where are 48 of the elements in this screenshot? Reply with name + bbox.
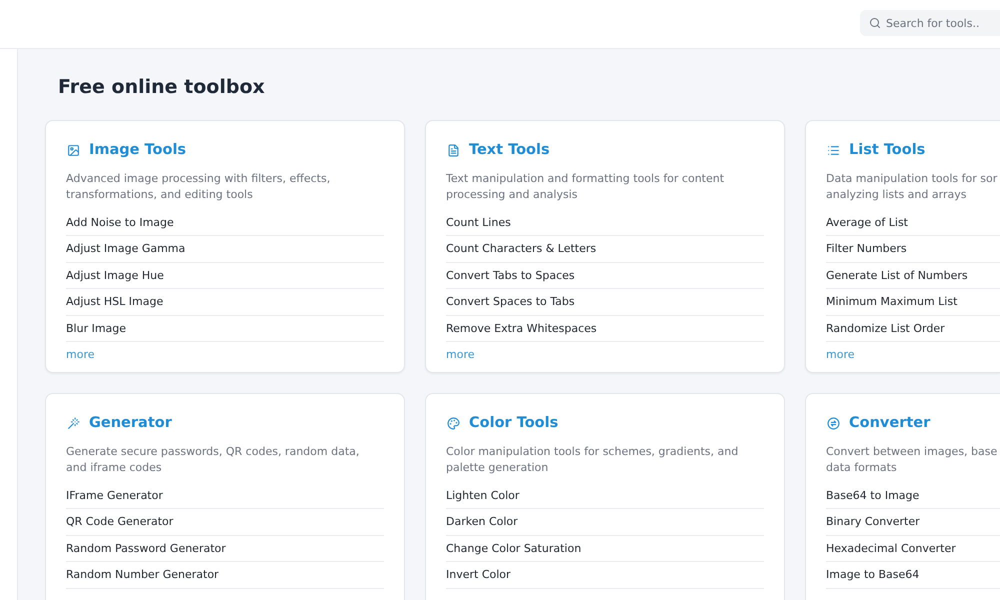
tool-link[interactable]: Randomize List Order bbox=[826, 322, 945, 336]
list-icon bbox=[827, 144, 840, 156]
tool-link[interactable]: Hexadecimal Converter bbox=[826, 542, 956, 556]
tool-link[interactable]: Add Noise to Image bbox=[66, 216, 174, 230]
category-title[interactable]: Text Tools bbox=[469, 140, 550, 160]
tool-link[interactable]: Darken Color bbox=[446, 515, 518, 529]
category-description: Color manipulation tools for schemes, gradients, and palette generation bbox=[446, 444, 738, 476]
category-description: Data manipulation tools for sor analyzing lists and arrays bbox=[826, 171, 998, 203]
tool-link[interactable]: Lighten Color bbox=[446, 489, 520, 502]
page-title: Free online toolbox bbox=[58, 75, 265, 99]
search-icon bbox=[869, 17, 881, 29]
tool-link[interactable]: Base64 to Image bbox=[826, 489, 920, 502]
category-description: Generate secure passwords, QR codes, random data, and iframe codes bbox=[66, 444, 360, 476]
tool-link[interactable]: Blur Image bbox=[66, 322, 126, 336]
tool-link[interactable]: Remove Extra Whitespaces bbox=[446, 322, 597, 336]
tool-link[interactable]: Binary Converter bbox=[826, 515, 920, 529]
document-icon bbox=[447, 144, 460, 156]
tool-link[interactable]: Adjust HSL Image bbox=[66, 295, 164, 309]
category-title[interactable]: Generator bbox=[89, 413, 172, 433]
tool-link[interactable]: Random Number Generator bbox=[66, 568, 219, 582]
tool-link[interactable]: Convert Spaces to Tabs bbox=[446, 295, 575, 309]
tool-link[interactable]: Count Characters & Letters bbox=[446, 242, 596, 256]
category-description: Convert between images, base data formats bbox=[826, 444, 998, 476]
category-title[interactable]: Image Tools bbox=[89, 140, 186, 160]
category-description: Text manipulation and formatting tools for content processing and analysis bbox=[446, 171, 724, 203]
tool-link[interactable]: Average of List bbox=[826, 216, 908, 230]
tool-link[interactable]: IFrame Generator bbox=[66, 489, 163, 502]
tool-link[interactable]: Generate List of Numbers bbox=[826, 268, 968, 282]
category-title[interactable]: Converter bbox=[849, 413, 930, 433]
category-title[interactable]: Color Tools bbox=[469, 413, 558, 433]
search-field[interactable]: Search for tools.. bbox=[860, 10, 1000, 36]
tool-link[interactable]: QR Code Generator bbox=[66, 515, 174, 529]
category-title[interactable]: List Tools bbox=[849, 140, 926, 160]
tool-link[interactable]: Adjust Image Hue bbox=[66, 268, 164, 282]
tool-link[interactable]: Change Color Saturation bbox=[446, 542, 582, 556]
tool-link[interactable]: Invert Color bbox=[446, 568, 511, 582]
palette-icon bbox=[447, 416, 460, 430]
tool-link[interactable]: Convert Tabs to Spaces bbox=[446, 268, 575, 282]
wand-icon bbox=[67, 416, 80, 430]
tool-link[interactable]: Random Password Generator bbox=[66, 542, 226, 556]
image-icon bbox=[67, 144, 80, 156]
tool-link[interactable]: Filter Numbers bbox=[826, 242, 907, 256]
tool-link[interactable]: Image to Base64 bbox=[826, 568, 920, 582]
category-description: Advanced image processing with filters, effects, transformations, and editing tools bbox=[66, 171, 330, 203]
tool-link[interactable]: Count Lines bbox=[446, 216, 511, 230]
tool-link[interactable]: Minimum Maximum List bbox=[826, 295, 958, 309]
tool-link[interactable]: Adjust Image Gamma bbox=[66, 242, 186, 256]
circle-arrows-icon bbox=[827, 416, 840, 430]
